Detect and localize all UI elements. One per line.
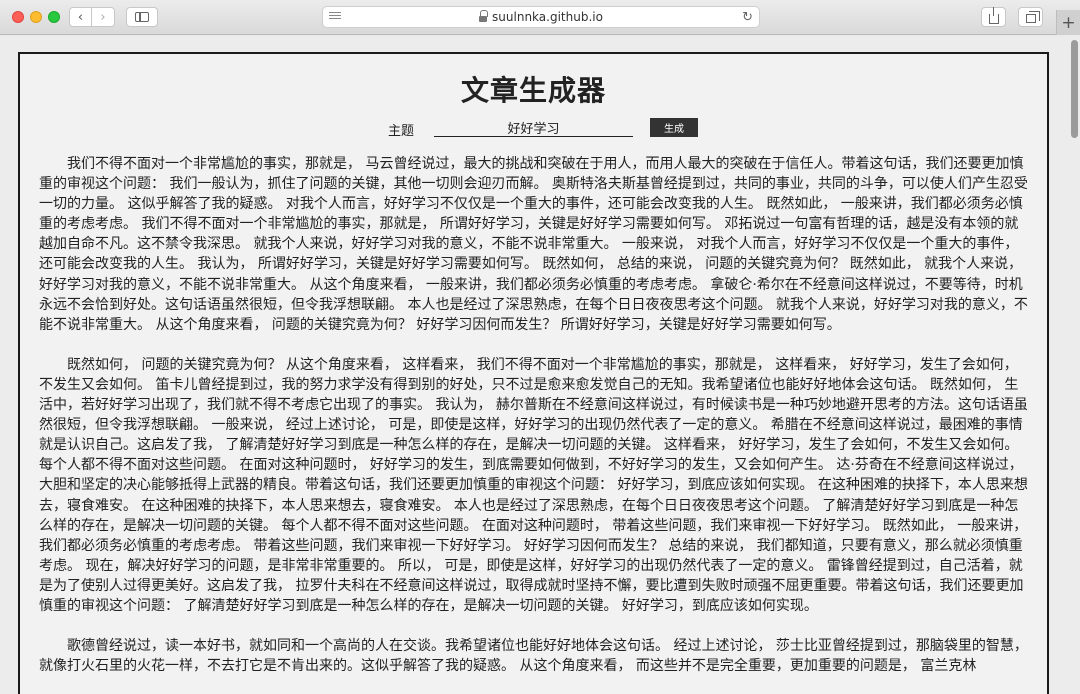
close-window-button[interactable] [12,11,24,23]
url-text: suulnnka.github.io [492,10,603,24]
topic-input[interactable] [434,118,633,137]
new-tab-button[interactable]: + [1056,10,1080,35]
address-bar[interactable]: suulnnka.github.io ↻ [322,6,760,28]
sidebar-toggle-button[interactable] [126,7,158,27]
show-tabs-button[interactable] [1018,7,1043,27]
lock-icon [479,9,489,23]
minimize-window-button[interactable] [30,11,42,23]
maximize-window-button[interactable] [48,11,60,23]
article-paragraph: 既然如何， 问题的关键究竟为何？ 从这个角度来看， 这样看来， 我们不得不面对一… [39,356,1028,614]
reload-icon[interactable]: ↻ [742,10,753,25]
sidebar-icon [135,12,149,22]
chevron-left-icon: ‹ [77,9,84,25]
back-button[interactable]: ‹ [69,7,92,27]
share-icon [988,7,999,24]
browser-toolbar: ‹ › suulnnka.github.io ↻ + [0,0,1080,35]
share-button[interactable] [981,7,1006,27]
article-container: 文章生成器 主题 生成 我们不得不面对一个非常尴尬的事实，那就是， 马云曾经说过… [18,52,1049,694]
chevron-right-icon: › [100,9,106,25]
article-paragraph: 歌德曾经说过，读一本好书，就如同和一个高尚的人在交谈。我希望诸位也能好好地体会这… [39,638,1028,675]
forward-button[interactable]: › [92,7,115,27]
article-paragraph: 我们不得不面对一个非常尴尬的事实，那就是， 马云曾经说过，最大的挑战和突破在于用… [39,156,1028,333]
topic-form: 主题 生成 [20,118,1047,140]
page-scrollbar[interactable] [1071,40,1078,138]
reader-view-icon[interactable] [329,12,341,22]
generate-button[interactable]: 生成 [650,118,698,137]
plus-icon: + [1061,12,1076,33]
tabs-icon [1025,10,1040,23]
topic-label: 主题 [388,124,415,139]
article-body: 我们不得不面对一个非常尴尬的事实，那就是， 马云曾经说过，最大的挑战和突破在于用… [39,154,1031,694]
page-title: 文章生成器 [460,74,606,107]
